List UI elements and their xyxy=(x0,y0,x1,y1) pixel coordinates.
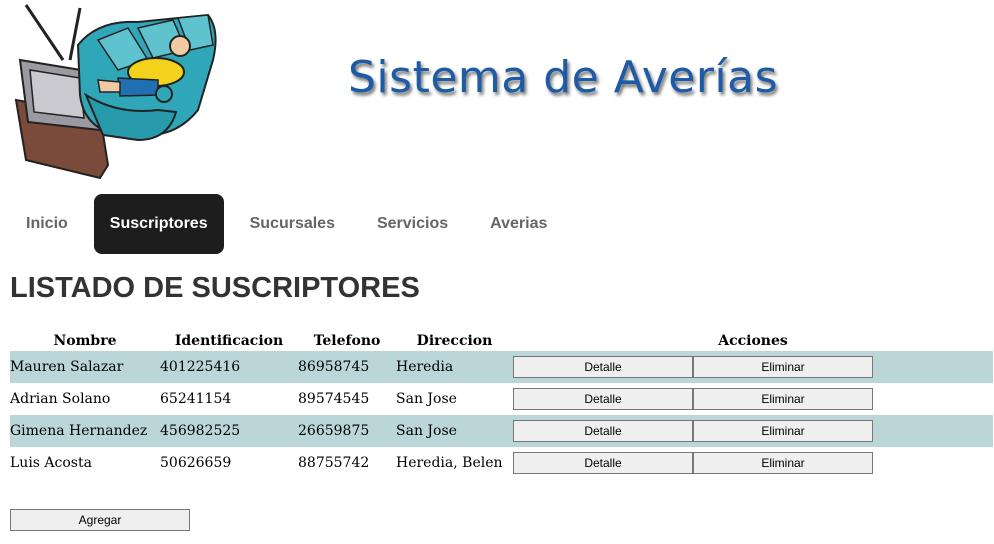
table-row: Gimena Hernandez 456982525 26659875 San … xyxy=(10,415,993,447)
cell-nombre: Mauren Salazar xyxy=(10,351,160,383)
cell-direccion: Heredia, Belen xyxy=(396,455,503,471)
table-header-row: Nombre Identificacion Telefono Direccion… xyxy=(10,331,993,351)
nav-item-inicio[interactable]: Inicio xyxy=(10,194,84,254)
main-nav: Inicio Suscriptores Sucursales Servicios… xyxy=(10,194,573,254)
nav-item-servicios[interactable]: Servicios xyxy=(361,194,464,254)
detail-button[interactable]: Detalle xyxy=(513,452,693,474)
cell-direccion: San Jose xyxy=(396,415,513,447)
tv-couch-logo xyxy=(8,0,223,182)
cell-identificacion: 65241154 xyxy=(160,391,232,407)
cell-telefono: 89574545 xyxy=(298,391,370,407)
nav-item-suscriptores[interactable]: Suscriptores xyxy=(93,194,224,254)
cell-direccion: Heredia xyxy=(396,351,513,383)
cell-acciones: Detalle Eliminar xyxy=(513,351,993,383)
cell-telefono: 86958745 xyxy=(298,351,396,383)
cell-nombre: Luis Acosta xyxy=(10,455,92,471)
cell-acciones: Detalle Eliminar xyxy=(513,383,993,415)
column-header-direccion: Direccion xyxy=(416,333,493,349)
cell-nombre: Gimena Hernandez xyxy=(10,415,160,447)
table-row: Adrian Solano 65241154 89574545 San Jose… xyxy=(10,383,993,415)
delete-button[interactable]: Eliminar xyxy=(693,420,873,442)
nav-item-sucursales[interactable]: Sucursales xyxy=(234,194,351,254)
nav-item-averias[interactable]: Averias xyxy=(474,194,563,254)
cell-telefono: 88755742 xyxy=(298,455,370,471)
column-header-nombre: Nombre xyxy=(53,333,117,349)
cell-identificacion: 401225416 xyxy=(160,351,298,383)
column-header-identificacion: Identificacion xyxy=(174,333,284,349)
subscribers-table: Nombre Identificacion Telefono Direccion… xyxy=(10,331,993,479)
app-title: Sistema de Averías xyxy=(348,52,779,103)
delete-button[interactable]: Eliminar xyxy=(693,356,873,378)
column-header-telefono: Telefono xyxy=(313,333,381,349)
detail-button[interactable]: Detalle xyxy=(513,356,693,378)
cell-identificacion: 456982525 xyxy=(160,415,298,447)
detail-button[interactable]: Detalle xyxy=(513,420,693,442)
cell-identificacion: 50626659 xyxy=(160,455,232,471)
cell-telefono: 26659875 xyxy=(298,415,396,447)
delete-button[interactable]: Eliminar xyxy=(693,388,873,410)
column-header-acciones: Acciones xyxy=(718,333,788,349)
page-title: LISTADO DE SUSCRIPTORES xyxy=(10,272,420,304)
cell-acciones: Detalle Eliminar xyxy=(513,415,993,447)
cell-direccion: San Jose xyxy=(396,391,457,407)
add-button-container: Agregar xyxy=(10,509,190,531)
delete-button[interactable]: Eliminar xyxy=(693,452,873,474)
cell-acciones: Detalle Eliminar xyxy=(513,447,993,479)
cell-nombre: Adrian Solano xyxy=(10,391,111,407)
table-row: Luis Acosta 50626659 88755742 Heredia, B… xyxy=(10,447,993,479)
add-button[interactable]: Agregar xyxy=(10,509,190,531)
table-row: Mauren Salazar 401225416 86958745 Heredi… xyxy=(10,351,993,383)
detail-button[interactable]: Detalle xyxy=(513,388,693,410)
